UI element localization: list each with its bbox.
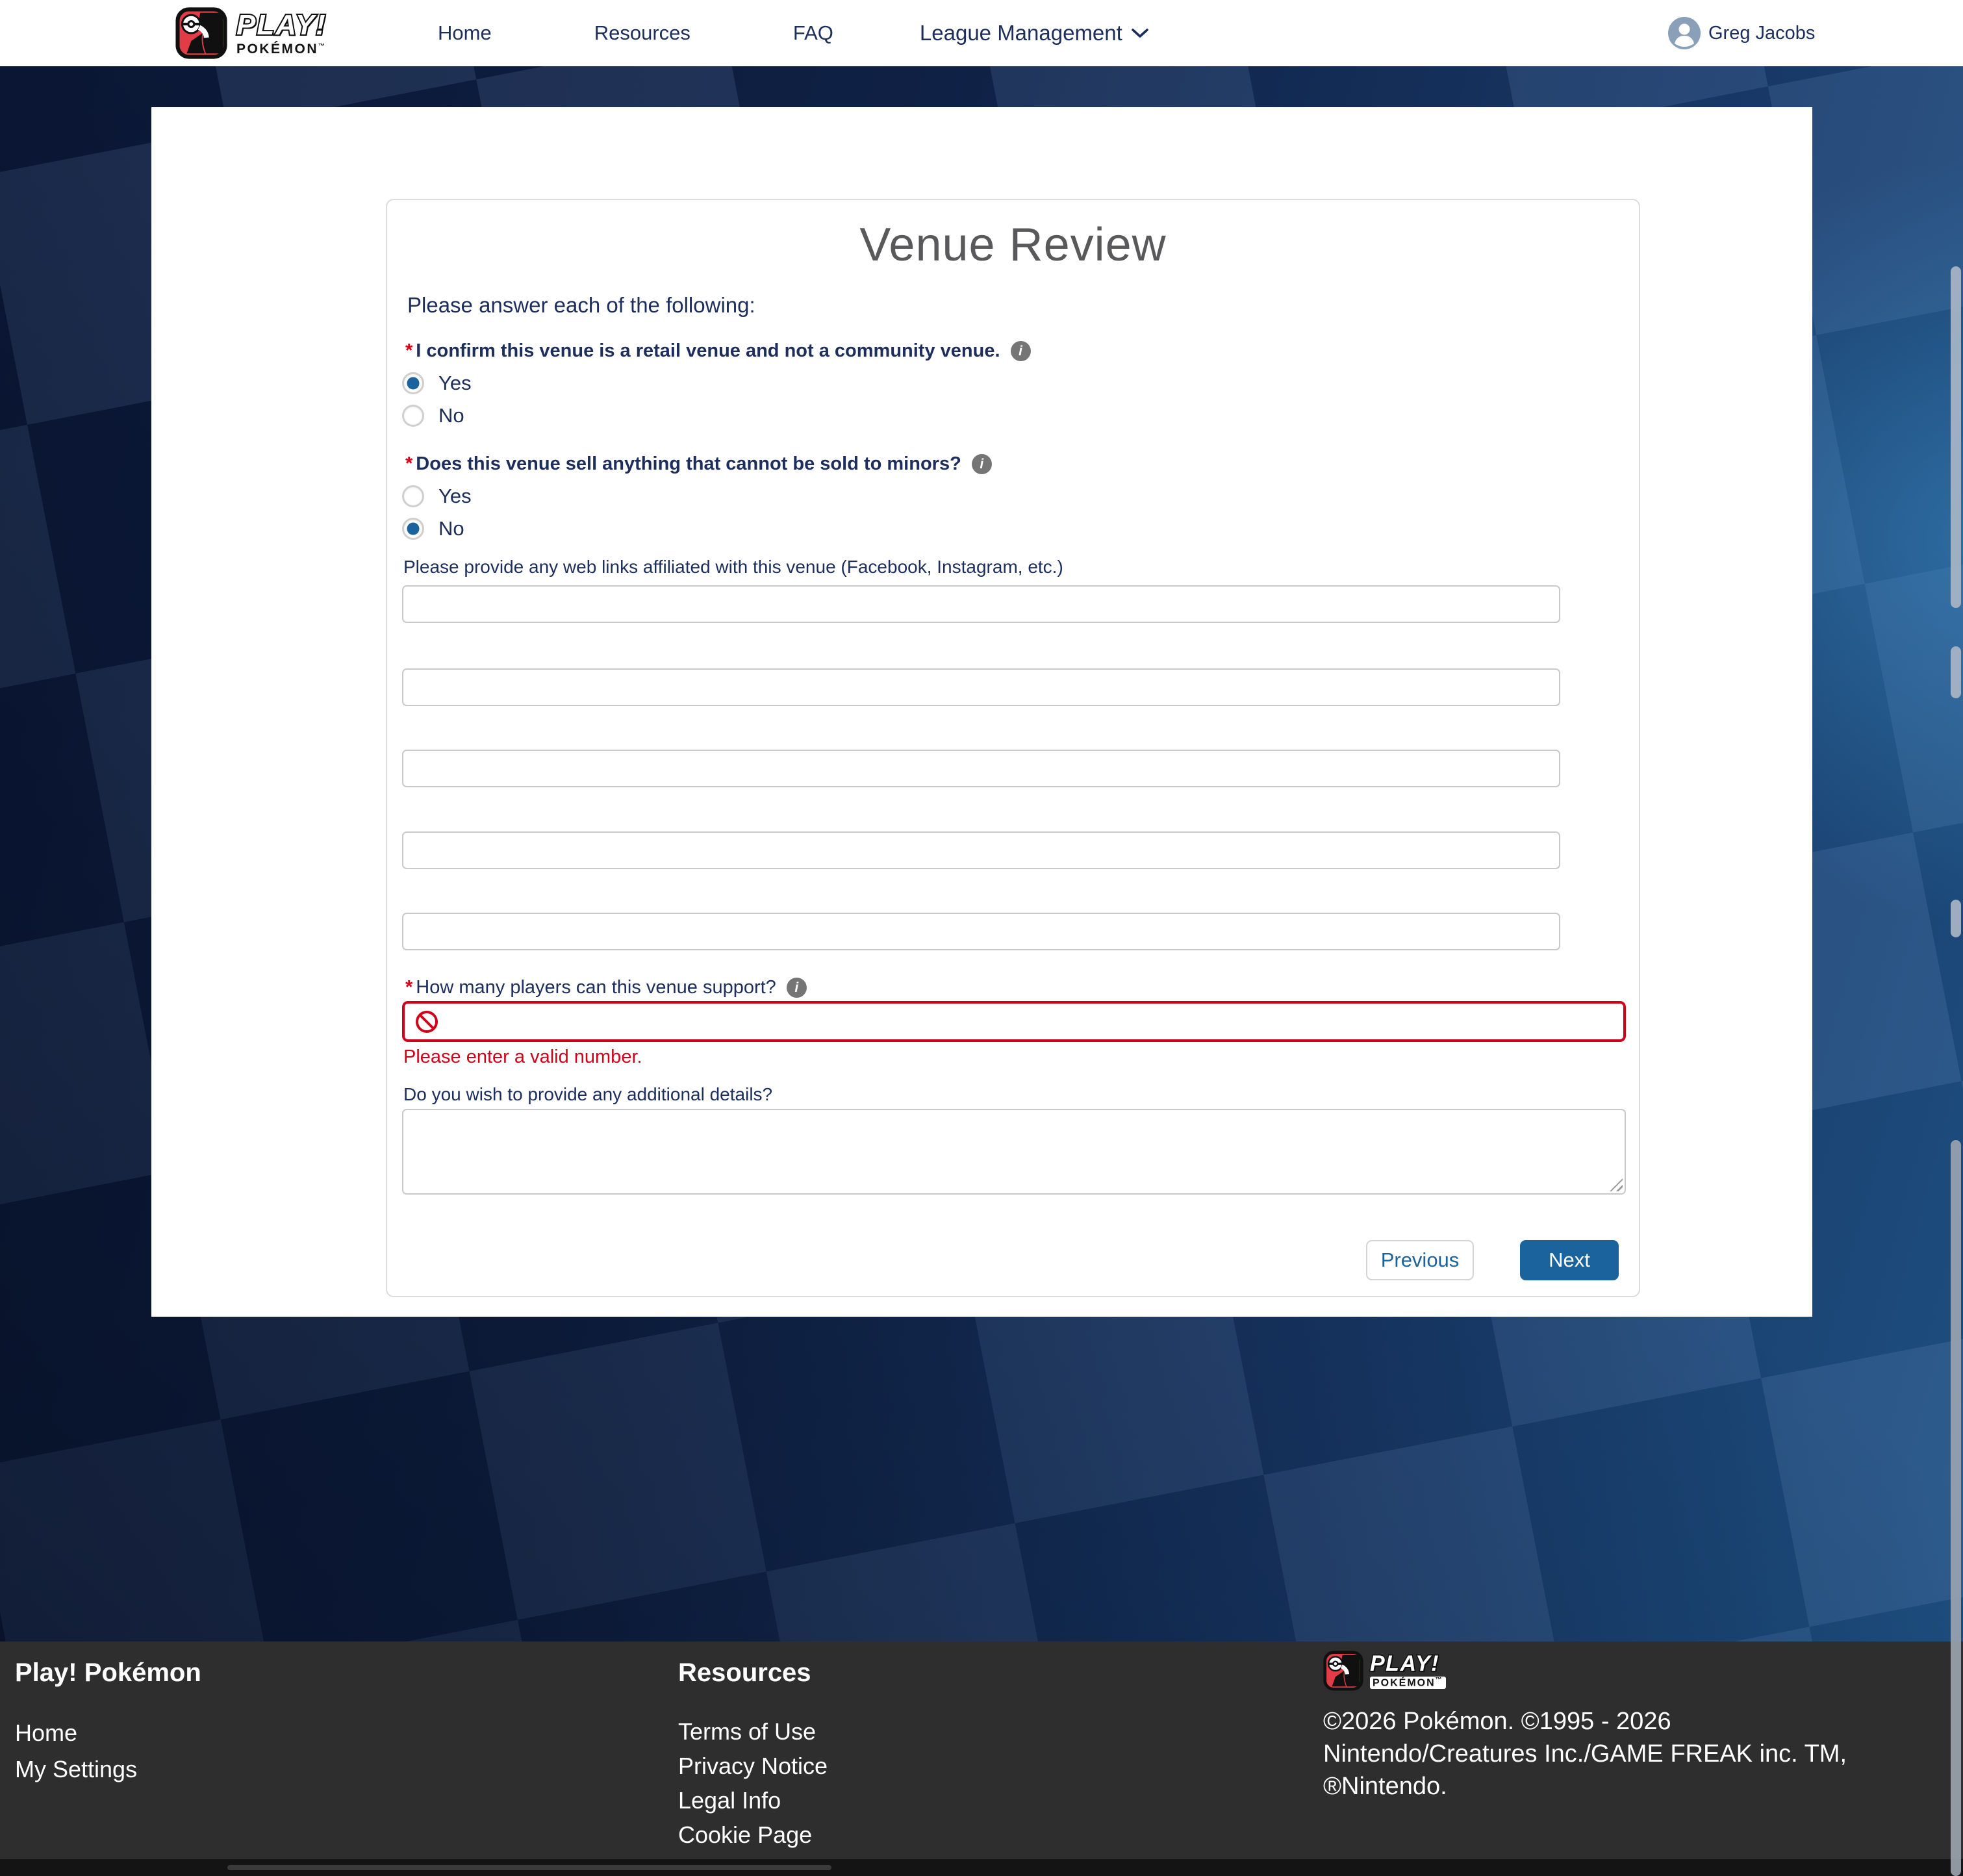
vertical-scrollbar-thumb[interactable] — [1951, 1140, 1961, 1876]
details-textarea-wrap — [402, 1109, 1626, 1195]
info-icon[interactable]: i — [787, 978, 807, 998]
logo-pokemon-text: POKÉMON™ — [1370, 1677, 1446, 1689]
footer-wordmark: PLAY! POKÉMON™ — [1370, 1653, 1446, 1689]
footer-link-legal-info[interactable]: Legal Info — [678, 1787, 847, 1814]
radio-selected-icon[interactable] — [402, 518, 424, 540]
nav-link-home[interactable]: Home — [438, 21, 492, 45]
user-menu[interactable]: Greg Jacobs — [1668, 0, 1815, 66]
web-link-input-1[interactable] — [402, 585, 1560, 623]
logo-play-text: PLAY! — [1370, 1653, 1446, 1675]
vertical-scrollbar-segment[interactable] — [1951, 646, 1961, 698]
question-retail-venue-label: * I confirm this venue is a retail venue… — [405, 340, 1031, 362]
play-pokemon-logo-icon — [175, 7, 227, 59]
radio-option-minors-no[interactable]: No — [402, 517, 464, 540]
top-navigation: PLAY! POKÉMON™ Home Resources FAQ League… — [0, 0, 1963, 66]
footer-brand-column: Play! Pokémon Home My Settings — [15, 1658, 201, 1783]
play-pokemon-logo-icon — [1323, 1651, 1363, 1691]
required-asterisk: * — [405, 977, 412, 998]
web-link-input-5[interactable] — [402, 913, 1560, 950]
footer-brand-heading: Play! Pokémon — [15, 1658, 201, 1688]
details-label: Do you wish to provide any additional de… — [403, 1084, 772, 1105]
players-count-input[interactable] — [447, 1011, 1612, 1032]
nav-link-faq[interactable]: FAQ — [793, 21, 833, 45]
players-question-label: * How many players can this venue suppor… — [405, 977, 807, 998]
players-count-field-error — [402, 1001, 1626, 1042]
footer-legal-column: PLAY! POKÉMON™ ©2026 Pokémon. ©1995 - 20… — [1323, 1651, 1847, 1803]
footer-link-privacy-notice[interactable]: Privacy Notice — [678, 1753, 847, 1780]
checkered-background: Venue Review Please answer each of the f… — [0, 66, 1963, 1642]
radio-unselected-icon[interactable] — [402, 405, 424, 427]
play-pokemon-logo[interactable]: PLAY! POKÉMON™ — [175, 7, 327, 59]
nav-links: Home Resources FAQ League Management — [416, 0, 1148, 66]
required-asterisk: * — [405, 340, 412, 362]
question-minors-label: * Does this venue sell anything that can… — [405, 453, 992, 475]
venue-review-card: Venue Review Please answer each of the f… — [386, 199, 1640, 1297]
chevron-down-icon — [1132, 28, 1148, 38]
vertical-scrollbar-segment[interactable] — [1951, 900, 1961, 937]
copyright-line: ®Nintendo. — [1323, 1770, 1847, 1803]
page-title: Venue Review — [387, 218, 1639, 272]
radio-option-minors-yes[interactable]: Yes — [402, 485, 472, 508]
radio-option-retail-yes[interactable]: Yes — [402, 372, 472, 395]
nav-link-resources[interactable]: Resources — [594, 21, 690, 45]
footer: Play! Pokémon Home My Settings Resources… — [0, 1642, 1963, 1876]
horizontal-scrollbar-track — [0, 1859, 1963, 1876]
web-link-input-3[interactable] — [402, 750, 1560, 787]
previous-button[interactable]: Previous — [1366, 1240, 1474, 1280]
required-asterisk: * — [405, 453, 412, 475]
players-error-message: Please enter a valid number. — [403, 1046, 642, 1068]
user-name: Greg Jacobs — [1708, 23, 1815, 44]
copyright-line: Nintendo/Creatures Inc./GAME FREAK inc. … — [1323, 1738, 1847, 1770]
user-avatar-icon — [1668, 17, 1701, 49]
content-panel: Venue Review Please answer each of the f… — [151, 107, 1812, 1317]
footer-play-pokemon-logo: PLAY! POKÉMON™ — [1323, 1651, 1847, 1691]
page: PLAY! POKÉMON™ Home Resources FAQ League… — [0, 0, 1963, 1876]
next-button[interactable]: Next — [1520, 1240, 1619, 1280]
footer-link-my-settings[interactable]: My Settings — [15, 1756, 201, 1783]
details-textarea[interactable] — [402, 1109, 1626, 1195]
footer-resources-heading: Resources — [678, 1658, 847, 1688]
web-link-input-4[interactable] — [402, 831, 1560, 869]
copyright-text: ©2026 Pokémon. ©1995 - 2026 Nintendo/Cre… — [1323, 1705, 1847, 1803]
copyright-line: ©2026 Pokémon. ©1995 - 2026 — [1323, 1705, 1847, 1738]
radio-label: Yes — [438, 372, 472, 395]
nav-dropdown-league-management[interactable]: League Management — [920, 21, 1148, 45]
logo-play-text: PLAY! — [236, 11, 327, 40]
play-pokemon-wordmark: PLAY! POKÉMON™ — [236, 11, 327, 56]
logo-pokemon-text: POKÉMON™ — [236, 42, 327, 56]
footer-resources-column: Resources Terms of Use Privacy Notice Le… — [678, 1658, 847, 1876]
radio-option-retail-no[interactable]: No — [402, 404, 464, 427]
radio-selected-icon[interactable] — [402, 372, 424, 394]
web-link-input-2[interactable] — [402, 668, 1560, 706]
weblinks-label: Please provide any web links affiliated … — [403, 557, 1063, 577]
vertical-scrollbar-thumb[interactable] — [1951, 266, 1961, 608]
info-icon[interactable]: i — [972, 454, 992, 474]
radio-label: Yes — [438, 485, 472, 508]
radio-label: No — [438, 517, 464, 540]
footer-link-terms-of-use[interactable]: Terms of Use — [678, 1718, 847, 1745]
form-intro: Please answer each of the following: — [407, 293, 755, 318]
radio-unselected-icon[interactable] — [402, 485, 424, 507]
invalid-value-icon — [416, 1011, 438, 1033]
horizontal-scrollbar-thumb[interactable] — [227, 1865, 831, 1870]
trademark-symbol: ™ — [318, 43, 327, 50]
footer-link-home[interactable]: Home — [15, 1719, 201, 1747]
footer-link-cookie-page[interactable]: Cookie Page — [678, 1821, 847, 1849]
info-icon[interactable]: i — [1011, 341, 1031, 361]
trademark-symbol: ™ — [1436, 1677, 1443, 1684]
radio-label: No — [438, 404, 464, 427]
